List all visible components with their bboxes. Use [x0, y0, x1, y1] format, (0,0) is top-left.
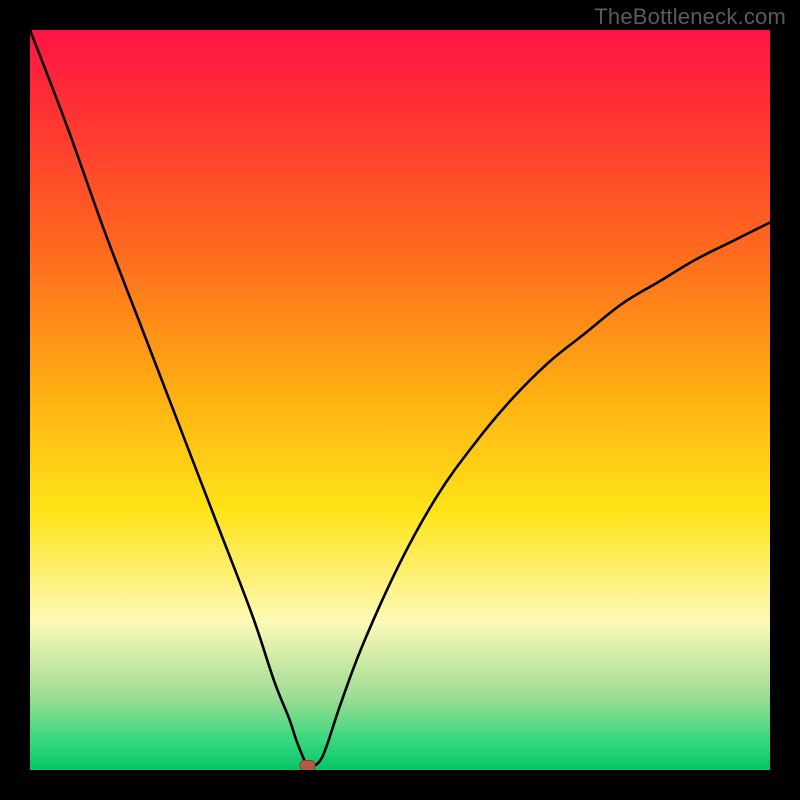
- plot-area: [30, 30, 770, 770]
- chart-stage: TheBottleneck.com: [0, 0, 800, 800]
- bottleneck-chart: [30, 30, 770, 770]
- watermark-text: TheBottleneck.com: [594, 4, 786, 30]
- gradient-background: [30, 30, 770, 770]
- optimum-marker: [300, 761, 315, 770]
